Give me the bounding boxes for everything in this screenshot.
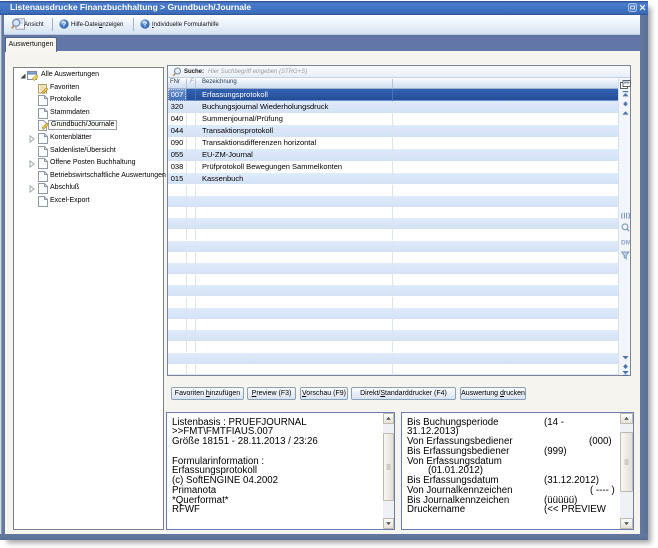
svg-text:?: ?	[143, 20, 148, 29]
svg-text:?: ?	[62, 20, 67, 29]
svg-text:DM: DM	[621, 240, 630, 247]
